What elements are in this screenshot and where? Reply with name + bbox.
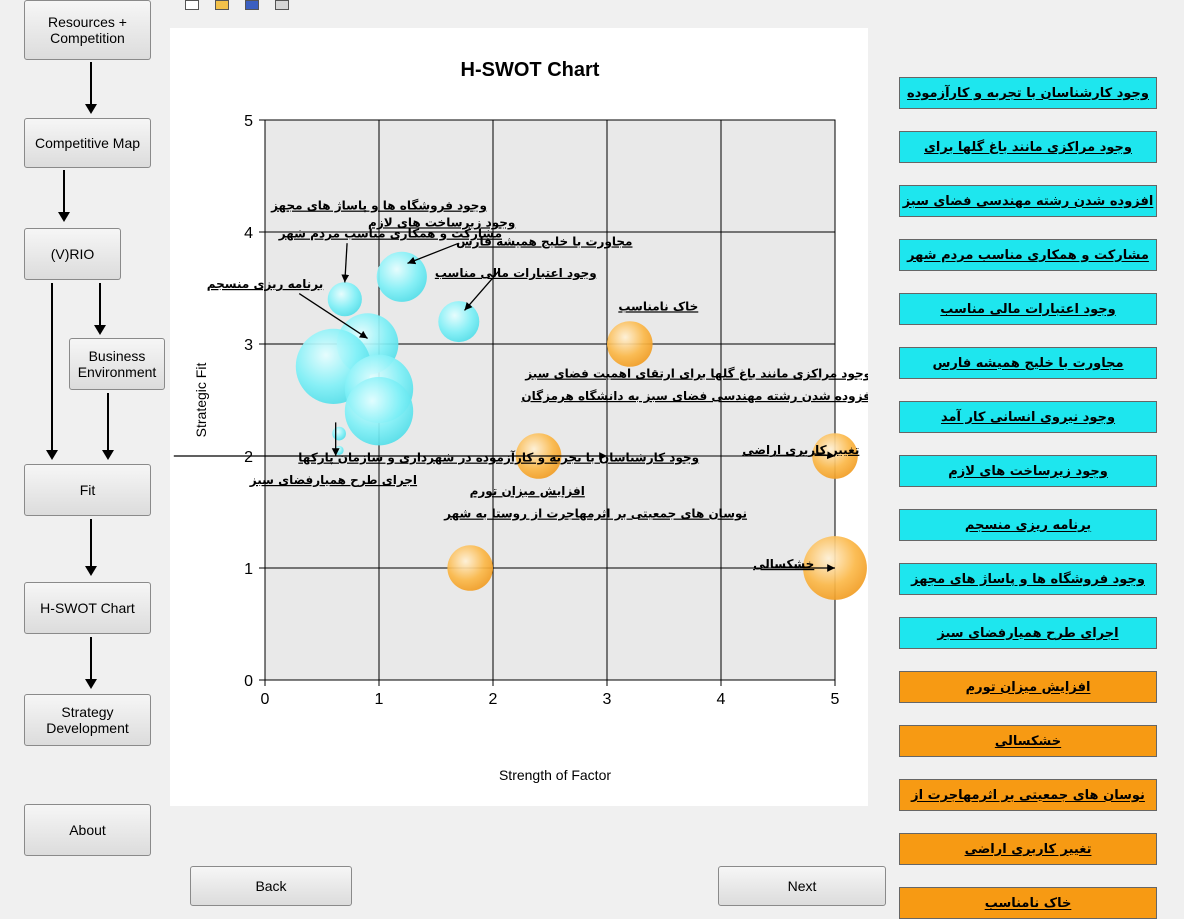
weakness-bubble (607, 321, 653, 367)
vrio-button[interactable]: (V)RIO (24, 228, 121, 280)
weakness-factor-button[interactable]: خشکسالی (899, 725, 1157, 757)
strength-factor-button[interactable]: وجود اعتبارات مالی مناسب (899, 293, 1157, 325)
bubble-annotation: افزوده شدن رشته مهندسی فضای سبز به دانشگ… (521, 389, 868, 404)
resources-competition-button[interactable]: Resources + Competition (24, 0, 151, 60)
save-icon[interactable] (245, 0, 259, 10)
flow-arrow (94, 283, 106, 335)
strength-bubble (344, 377, 414, 446)
flow-arrow (46, 283, 58, 460)
toolbar (175, 0, 295, 12)
flow-arrow (85, 519, 97, 576)
weakness-factor-button[interactable]: تغییر کاربری اراضی (899, 833, 1157, 865)
chart-panel: 0 1 2 3 4 5 0 1 2 3 4 5 H-SWOT Chart Strength of Fact… (170, 28, 875, 806)
bubble-annotation: وجود اعتبارات مالی مناسب (435, 266, 597, 281)
x-tick-label: 3 (603, 691, 612, 708)
hswot-chart-button[interactable]: H-SWOT Chart (24, 582, 151, 634)
y-tick-label: 0 (244, 673, 253, 690)
y-tick-label: 2 (244, 449, 253, 466)
bubble-annotation: خشکسالی (753, 557, 814, 571)
new-file-icon[interactable] (185, 0, 199, 10)
x-tick-label: 0 (261, 691, 270, 708)
strength-factor-button[interactable]: افزوده شدن رشته مهندسی فضای سبز (899, 185, 1157, 217)
flow-arrow (85, 62, 97, 114)
flow-arrow (85, 637, 97, 689)
x-tick-label: 2 (489, 691, 498, 708)
flow-arrow (102, 393, 114, 460)
strength-factor-button[interactable]: برنامه ریزی منسجم (899, 509, 1157, 541)
strength-factor-button[interactable]: مشارکت و همکاری مناسب مردم شهر (899, 239, 1157, 271)
strength-factor-button[interactable]: اجرای طرح همیارفضای سبز (899, 617, 1157, 649)
bubble-annotation: اجرای طرح همیارفضای سبز (249, 473, 417, 487)
bubble-annotation: برنامه ریزی منسجم (207, 277, 324, 291)
bubble-annotation: وجود کارشناسان با تجربه و کارآزموده در ش… (298, 450, 699, 466)
strength-factor-button[interactable]: وجود مراکزی مانند باغ گلها برای (899, 131, 1157, 163)
strength-factor-button[interactable]: وجود فروشگاه ها و پاساژ های مجهز (899, 563, 1157, 595)
fit-button[interactable]: Fit (24, 464, 151, 516)
strength-bubble (327, 282, 362, 317)
back-button[interactable]: Back (190, 866, 352, 906)
weakness-factor-button[interactable]: خاک نامناسب (899, 887, 1157, 919)
flow-arrow (58, 170, 70, 222)
bubble-annotation: خاک نامناسب (618, 299, 698, 313)
bubble-annotation: وجود فروشگاه ها و پاساژ های مجهز (270, 199, 487, 214)
hswot-chart: 0 1 2 3 4 5 0 1 2 3 4 5 H-SWOT Chart Strength of Fact… (173, 59, 875, 783)
y-axis-label: Strategic Fit (193, 363, 209, 438)
x-tick-label: 1 (375, 691, 384, 708)
strength-factor-button[interactable]: وجود نیروی انسانی کار آمد (899, 401, 1157, 433)
strength-factor-button[interactable]: مجاورت با خلیج همیشه فارس (899, 347, 1157, 379)
x-axis-label: Strength of Factor (499, 767, 611, 783)
bubble-annotation: تغییر کاربری اراضی (742, 443, 859, 457)
bubble-annotation: نوسان های جمعیتی بر اثرمهاجرت از روستا ب… (443, 507, 747, 522)
business-environment-button[interactable]: Business Environment (69, 338, 165, 390)
y-tick-label: 1 (244, 561, 253, 578)
bubble-annotation: وجود مراکزی مانند باغ گلها برای ارتقای ا… (524, 367, 868, 382)
strategy-development-button[interactable]: Strategy Development (24, 694, 151, 746)
weakness-bubble (447, 545, 494, 591)
competitive-map-button[interactable]: Competitive Map (24, 118, 151, 168)
strength-factor-button[interactable]: وجود زیرساخت های لازم (899, 455, 1157, 487)
strength-bubble (332, 426, 346, 441)
x-tick-label: 5 (831, 691, 840, 708)
y-tick-label: 3 (244, 337, 253, 354)
next-button[interactable]: Next (718, 866, 886, 906)
print-icon[interactable] (275, 0, 289, 10)
open-folder-icon[interactable] (215, 0, 229, 10)
x-tick-label: 4 (717, 691, 726, 708)
y-tick-label: 4 (244, 225, 253, 242)
bubble-annotation: افزایش میزان تورم (470, 484, 585, 499)
weakness-factor-button[interactable]: افزایش میزان تورم (899, 671, 1157, 703)
weakness-factor-button[interactable]: نوسان های جمعیتی بر اثرمهاجرت از (899, 779, 1157, 811)
bubble-annotation: مجاورت با خلیج همیشه فارس (456, 234, 632, 249)
chart-title: H-SWOT Chart (461, 59, 600, 81)
about-button[interactable]: About (24, 804, 151, 856)
y-tick-label: 5 (244, 113, 253, 130)
strength-bubble (438, 301, 480, 343)
strength-factor-button[interactable]: وجود کارشناسان با تجربه و کارآزموده (899, 77, 1157, 109)
